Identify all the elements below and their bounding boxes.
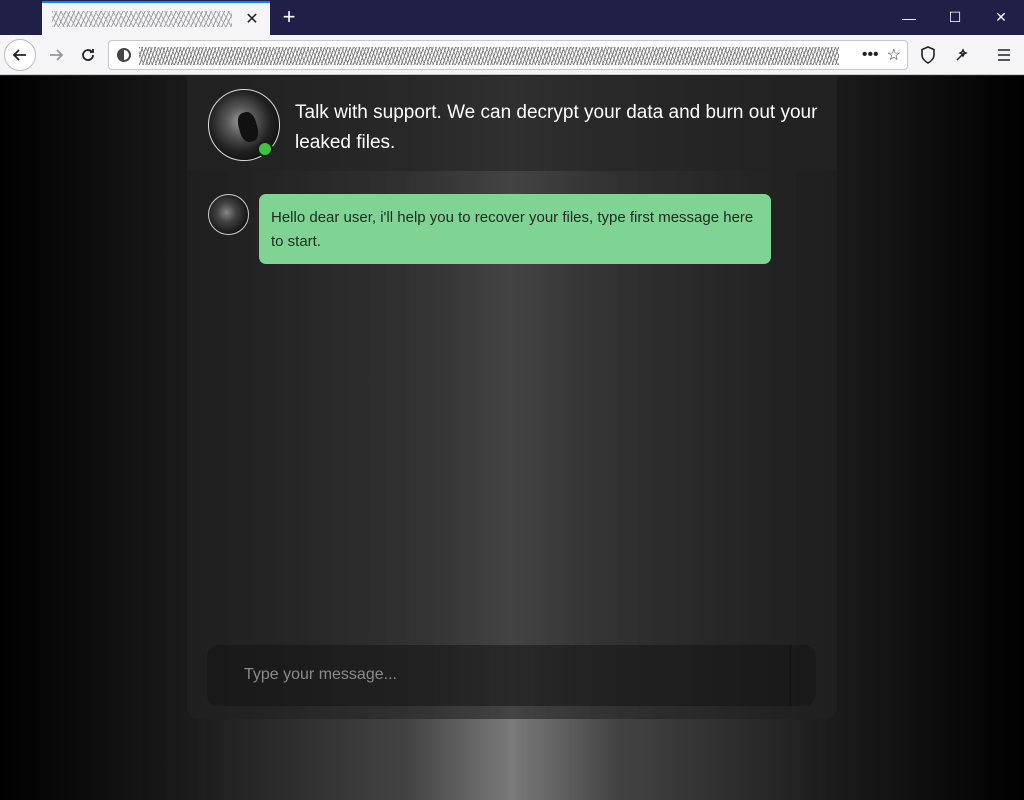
forward-arrow-icon[interactable] xyxy=(40,39,72,71)
new-tab-button[interactable]: + xyxy=(276,4,302,30)
minimize-button[interactable]: — xyxy=(886,0,932,35)
shield-icon[interactable] xyxy=(912,39,944,71)
tab-close-icon[interactable]: ✕ xyxy=(242,9,262,29)
chat-window: Talk with support. We can decrypt your d… xyxy=(187,76,837,719)
online-status-indicator xyxy=(257,141,273,157)
message-sender-avatar xyxy=(208,194,249,235)
tab-title-obscured xyxy=(52,11,232,27)
extension-icon[interactable] xyxy=(946,39,978,71)
url-text-obscured xyxy=(139,47,839,65)
site-info-icon[interactable] xyxy=(117,48,131,62)
chat-header: Talk with support. We can decrypt your d… xyxy=(187,76,837,171)
browser-titlebar: ✕ + — ☐ ✕ xyxy=(0,0,1024,35)
url-bar[interactable]: ••• ☆ xyxy=(108,40,908,70)
maximize-button[interactable]: ☐ xyxy=(932,0,978,35)
reload-icon[interactable] xyxy=(72,39,104,71)
more-icon[interactable]: ••• xyxy=(862,46,879,64)
bookmark-star-icon[interactable]: ☆ xyxy=(887,45,901,65)
browser-toolbar: ••• ☆ xyxy=(0,35,1024,75)
chat-header-title: Talk with support. We can decrypt your d… xyxy=(295,102,818,153)
composer-divider xyxy=(790,645,791,706)
page-background: Talk with support. We can decrypt your d… xyxy=(0,76,1024,800)
menu-icon[interactable] xyxy=(988,39,1020,71)
message-composer xyxy=(207,645,816,706)
message-input[interactable] xyxy=(227,655,787,695)
browser-tab[interactable]: ✕ xyxy=(42,1,270,35)
back-arrow-icon[interactable] xyxy=(4,39,36,71)
close-window-button[interactable]: ✕ xyxy=(978,0,1024,35)
message-bubble: Hello dear user, i'll help you to recove… xyxy=(259,194,771,264)
